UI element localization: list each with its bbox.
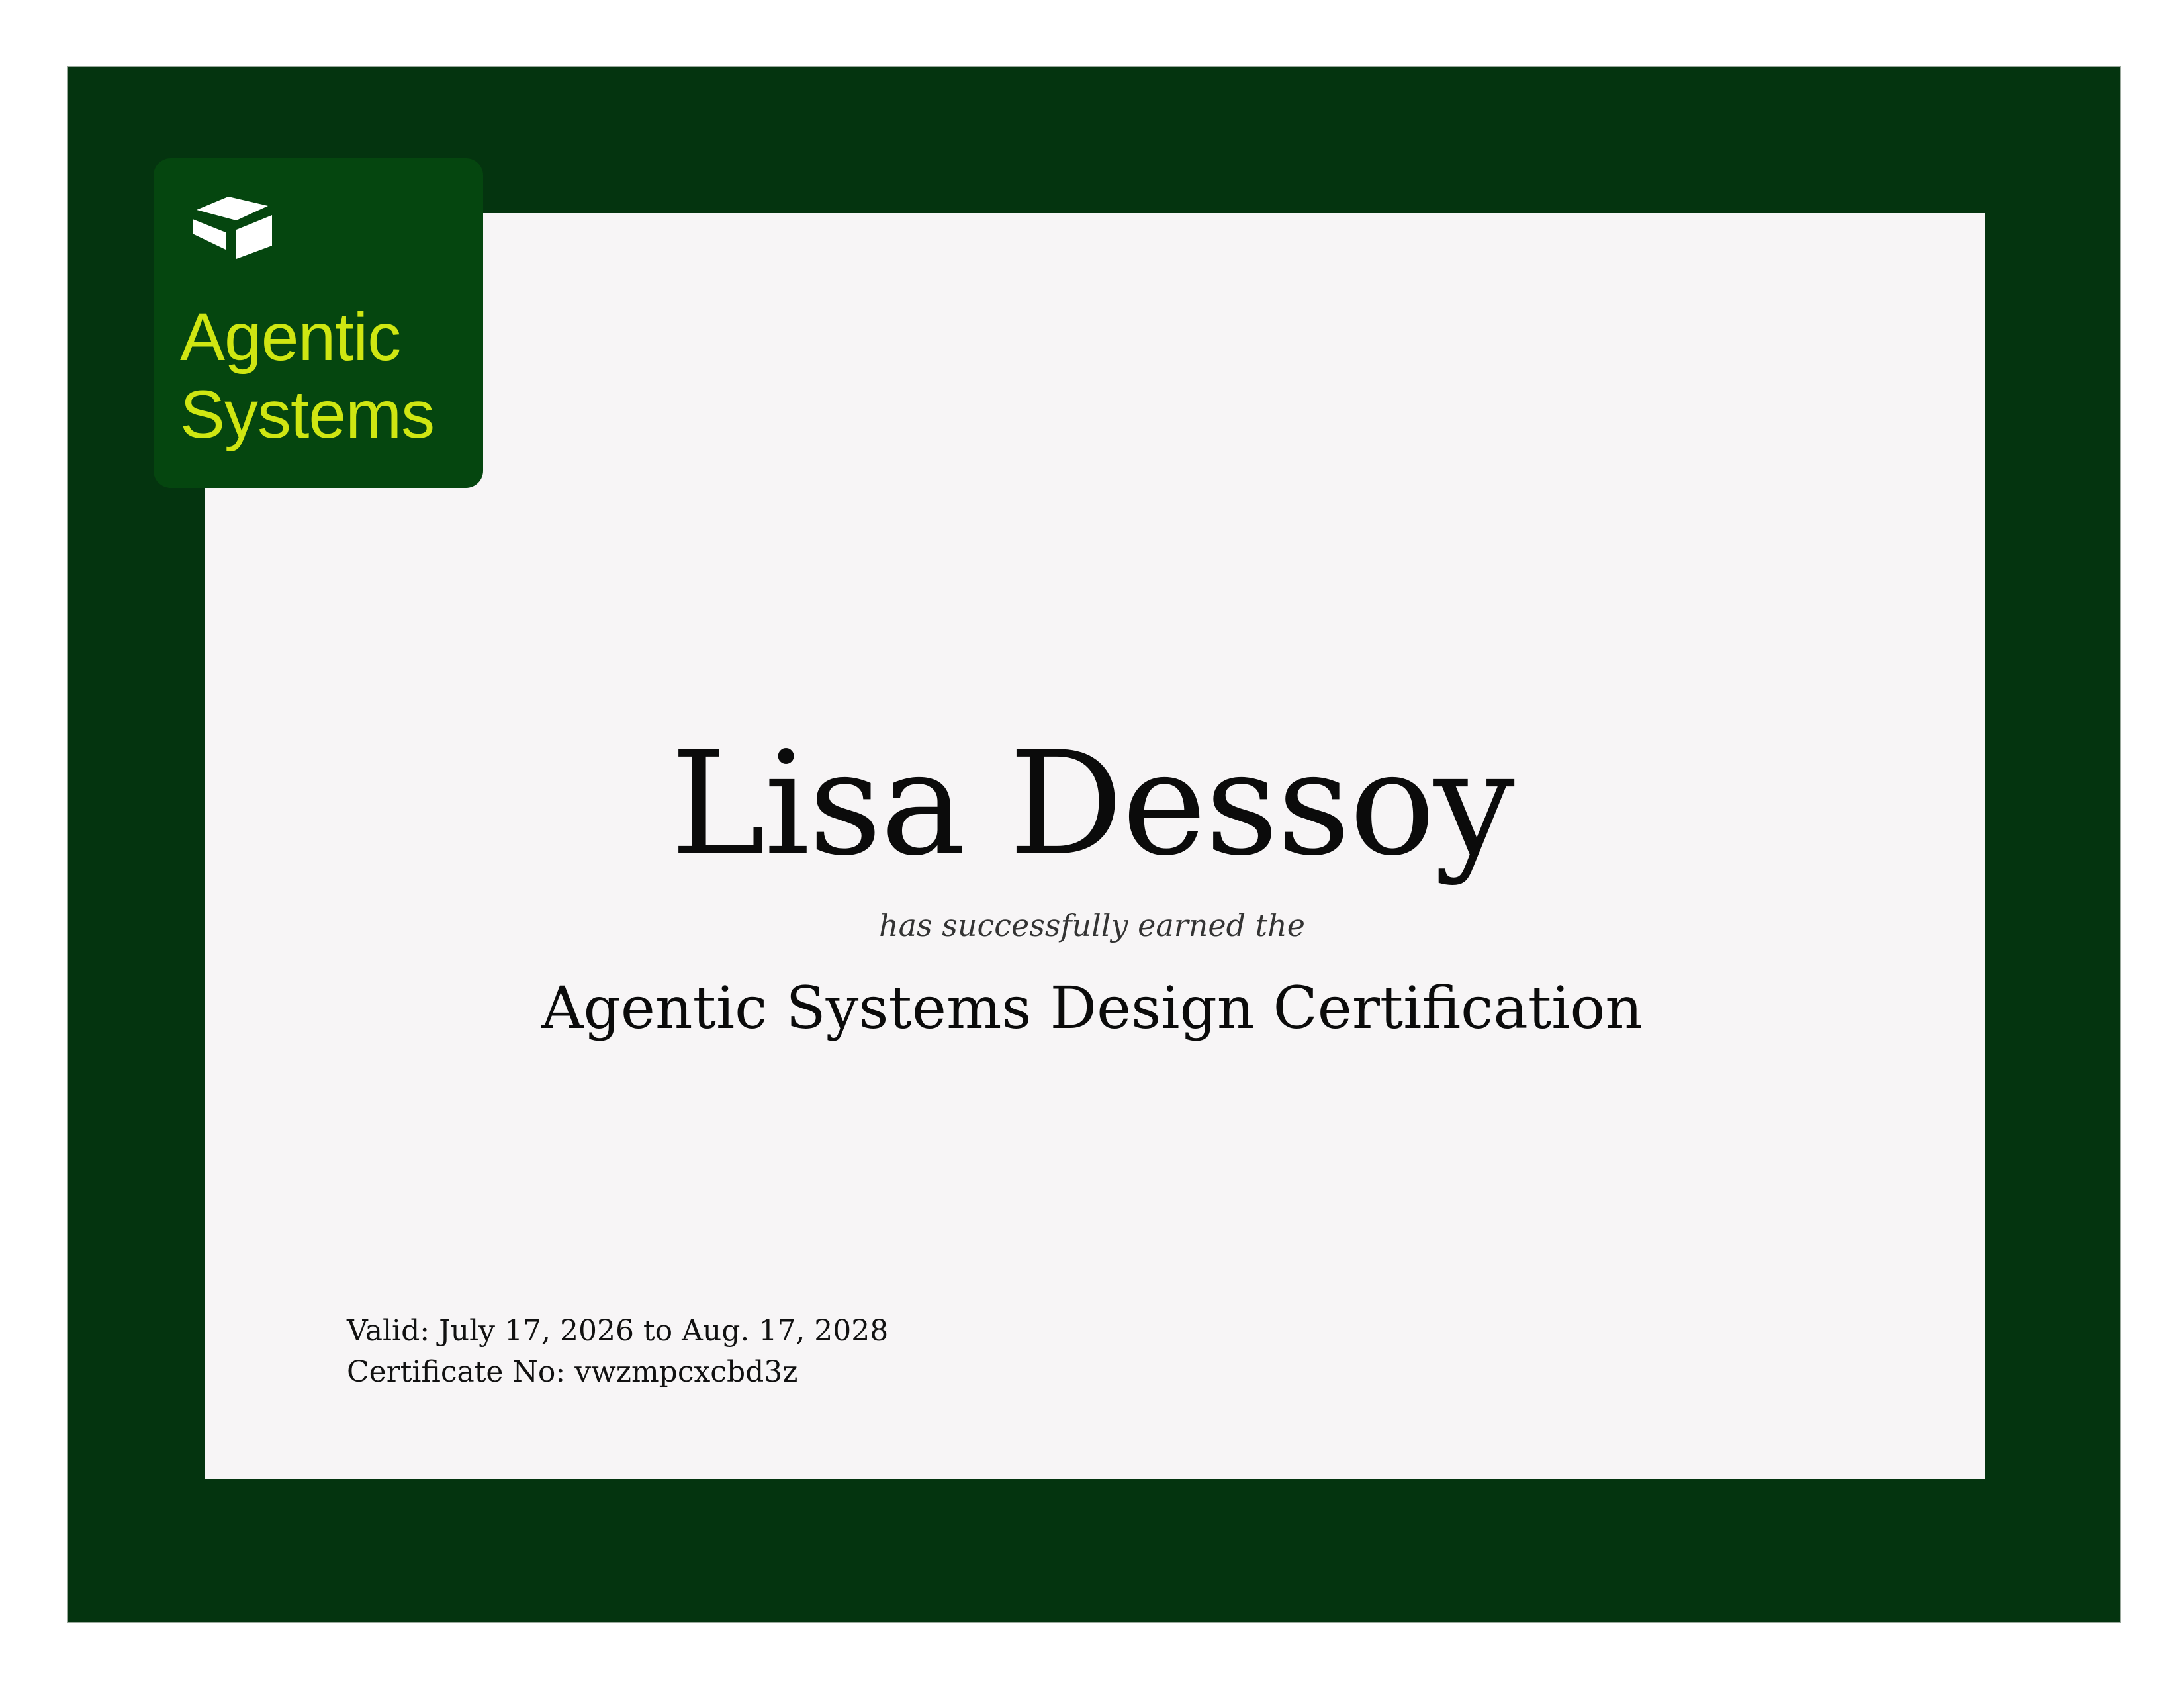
earned-text: has successfully earned the [878,908,1306,943]
recipient-name: Lisa Dessoy [670,721,1515,887]
brand-logo: Agentic Systems [154,158,483,488]
open-box-icon [193,197,272,259]
brand-logo-text: Agentic Systems [180,299,435,453]
certificate-number-label: Certificate No: [347,1355,566,1389]
certificate-meta: Valid: July 17, 2026 to Aug. 17, 2028 Ce… [347,1311,888,1393]
certificate-number: vwzmpcxcbd3z [574,1355,798,1389]
valid-range: July 17, 2026 to Aug. 17, 2028 [439,1314,889,1348]
valid-label: Valid: [347,1314,430,1348]
brand-logo-line2: Systems [180,377,435,452]
validity-line: Valid: July 17, 2026 to Aug. 17, 2028 [347,1311,888,1352]
certification-title: Agentic Systems Design Certification [541,974,1643,1042]
certificate-number-line: Certificate No: vwzmpcxcbd3z [347,1352,888,1393]
brand-logo-line1: Agentic [180,299,401,375]
